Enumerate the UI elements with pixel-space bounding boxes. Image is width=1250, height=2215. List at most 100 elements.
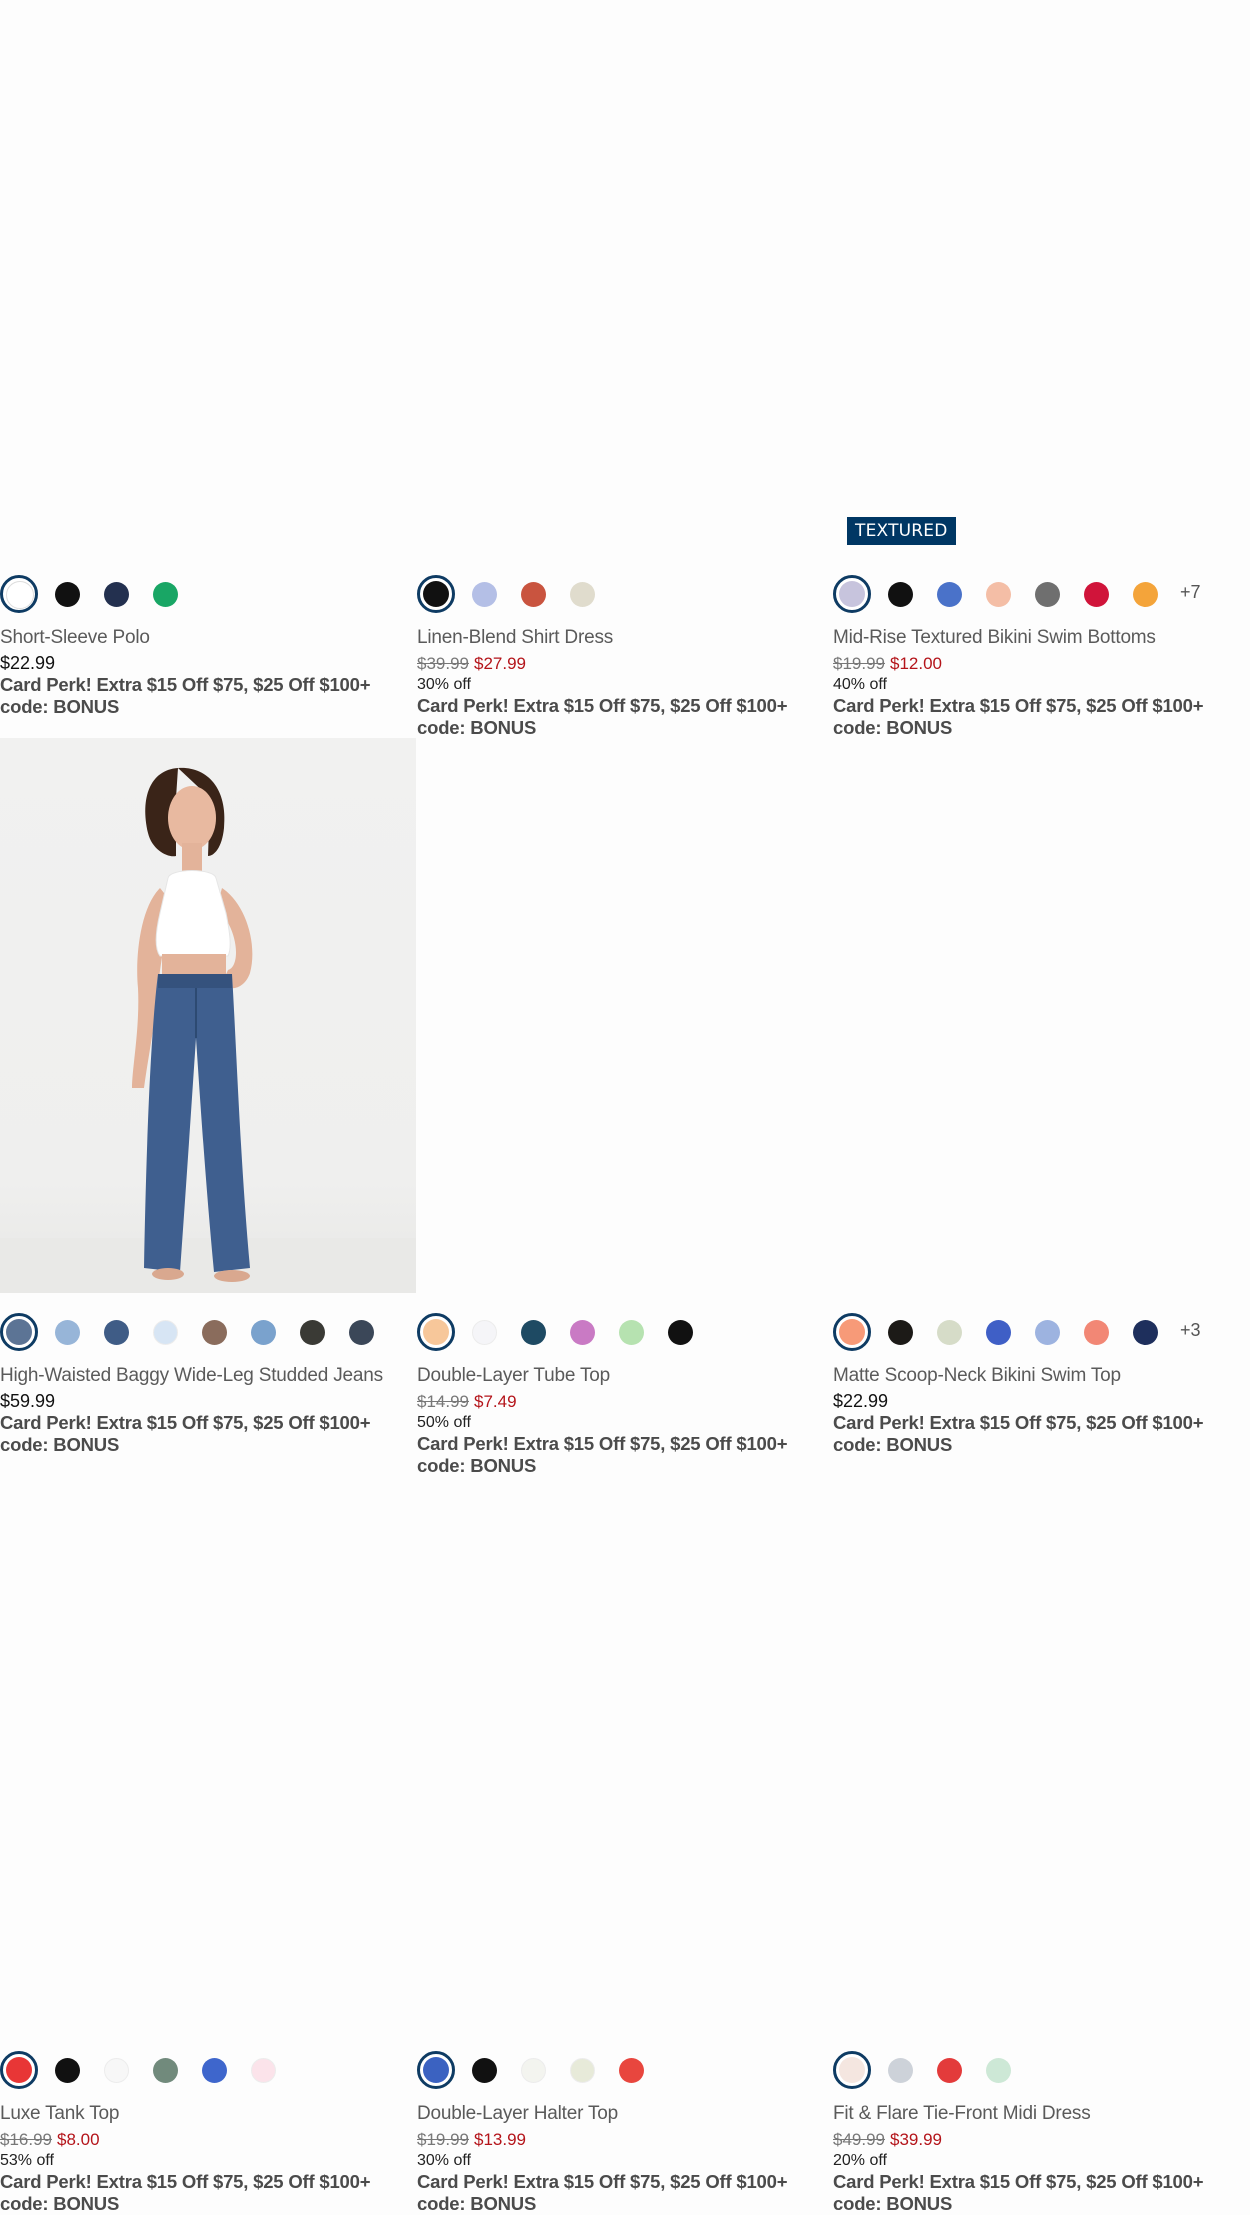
color-swatch[interactable] [104, 1320, 129, 1345]
product-card[interactable]: Short-Sleeve Polo $22.99 Card Perk! Extr… [0, 0, 416, 738]
product-card[interactable]: Fit & Flare Tie-Front Midi Dress $49.99 $… [833, 1476, 1249, 2214]
product-image[interactable] [417, 0, 833, 555]
product-image[interactable] [417, 1476, 833, 2031]
color-swatch[interactable] [1035, 1320, 1060, 1345]
sale-price: $27.99 [474, 654, 526, 673]
color-swatch[interactable] [570, 1320, 595, 1345]
product-image[interactable] [0, 1476, 416, 2031]
product-card[interactable]: High-Waisted Baggy Wide-Leg Studded Jean… [0, 738, 416, 1476]
product-name[interactable]: Mid-Rise Textured Bikini Swim Bottoms [833, 626, 1249, 650]
color-swatch[interactable] [104, 582, 129, 607]
color-swatch[interactable] [521, 582, 546, 607]
product-price: $19.99 $12.00 [833, 652, 1249, 675]
color-swatch[interactable] [986, 1320, 1011, 1345]
color-swatch[interactable] [619, 1320, 644, 1345]
color-swatch[interactable] [888, 1320, 913, 1345]
color-swatch[interactable] [888, 2058, 913, 2083]
product-image[interactable] [417, 738, 833, 1293]
product-info: Mid-Rise Textured Bikini Swim Bottoms $1… [833, 626, 1249, 739]
product-card[interactable]: Double-Layer Halter Top $19.99 $13.99 30%… [417, 1476, 833, 2214]
color-swatch[interactable] [202, 1320, 227, 1345]
color-swatch[interactable] [0, 2051, 38, 2089]
color-swatch[interactable] [570, 582, 595, 607]
product-card[interactable]: Linen-Blend Shirt Dress $39.99 $27.99 30%… [417, 0, 833, 738]
color-swatch[interactable] [251, 2058, 276, 2083]
color-swatches [0, 1311, 416, 1351]
color-swatch[interactable] [570, 2058, 595, 2083]
product-price: $19.99 $13.99 [417, 2128, 833, 2151]
color-swatch[interactable] [349, 1320, 374, 1345]
color-swatch[interactable] [521, 1320, 546, 1345]
color-swatch[interactable] [619, 2058, 644, 2083]
color-swatches [0, 2049, 416, 2089]
product-name[interactable]: Luxe Tank Top [0, 2102, 416, 2126]
color-swatch[interactable] [1084, 582, 1109, 607]
promo-code-text: code: BONUS [833, 717, 953, 738]
product-name[interactable]: Matte Scoop-Neck Bikini Swim Top [833, 1364, 1249, 1388]
color-swatch[interactable] [55, 2058, 80, 2083]
product-price: $22.99 [833, 1391, 889, 1411]
color-swatch[interactable] [1133, 1320, 1158, 1345]
color-swatch[interactable] [833, 575, 871, 613]
color-swatch[interactable] [153, 1320, 178, 1345]
color-swatch[interactable] [937, 1320, 962, 1345]
color-swatch[interactable] [521, 2058, 546, 2083]
product-name[interactable]: Short-Sleeve Polo [0, 626, 416, 650]
color-swatch[interactable] [417, 2051, 455, 2089]
color-swatch[interactable] [986, 582, 1011, 607]
color-swatch[interactable] [986, 2058, 1011, 2083]
original-price: $19.99 [833, 654, 885, 673]
color-swatch[interactable] [833, 2051, 871, 2089]
product-name[interactable]: High-Waisted Baggy Wide-Leg Studded Jean… [0, 1364, 416, 1388]
color-swatch[interactable] [1035, 582, 1060, 607]
original-price: $16.99 [0, 2130, 52, 2149]
product-info: Fit & Flare Tie-Front Midi Dress $49.99 $… [833, 2102, 1249, 2215]
card-perk-text: Card Perk! Extra $15 Off $75, $25 Off $1… [0, 1412, 371, 1433]
color-swatch[interactable] [937, 2058, 962, 2083]
product-image[interactable] [0, 0, 416, 555]
color-swatches [833, 2049, 1249, 2089]
color-swatch[interactable] [417, 575, 455, 613]
product-name[interactable]: Fit & Flare Tie-Front Midi Dress [833, 2102, 1249, 2126]
product-image[interactable] [833, 1476, 1249, 2031]
color-swatch[interactable] [1133, 582, 1158, 607]
product-card[interactable]: +3 Matte Scoop-Neck Bikini Swim Top $22.… [833, 738, 1249, 1476]
color-swatch[interactable] [668, 1320, 693, 1345]
sale-price: $39.99 [890, 2130, 942, 2149]
color-swatches [417, 2049, 833, 2089]
product-info: Double-Layer Halter Top $19.99 $13.99 30%… [417, 2102, 833, 2215]
color-swatch[interactable] [202, 2058, 227, 2083]
color-swatch[interactable] [472, 582, 497, 607]
product-card[interactable]: Double-Layer Tube Top $14.99 $7.49 50% of… [417, 738, 833, 1476]
product-image[interactable]: TEXTURED [833, 0, 1249, 555]
more-colors-link[interactable]: +3 [1180, 1320, 1201, 1341]
color-swatch[interactable] [251, 1320, 276, 1345]
product-name[interactable]: Linen-Blend Shirt Dress [417, 626, 833, 650]
color-swatch[interactable] [888, 582, 913, 607]
color-swatch[interactable] [472, 2058, 497, 2083]
color-swatch[interactable] [153, 2058, 178, 2083]
color-swatch[interactable] [937, 582, 962, 607]
product-price: $39.99 $27.99 [417, 652, 833, 675]
color-swatch[interactable] [833, 1313, 871, 1351]
sale-price: $7.49 [474, 1392, 517, 1411]
card-perk-text: Card Perk! Extra $15 Off $75, $25 Off $1… [833, 2171, 1204, 2192]
product-card[interactable]: TEXTURED +7 Mid-Rise Textured Bikini Swi… [833, 0, 1249, 738]
product-image[interactable] [0, 738, 416, 1293]
product-name[interactable]: Double-Layer Tube Top [417, 1364, 833, 1388]
color-swatch[interactable] [153, 582, 178, 607]
product-image[interactable] [833, 738, 1249, 1293]
color-swatch[interactable] [300, 1320, 325, 1345]
more-colors-link[interactable]: +7 [1180, 582, 1201, 603]
product-name[interactable]: Double-Layer Halter Top [417, 2102, 833, 2126]
color-swatch[interactable] [0, 1313, 38, 1351]
product-card[interactable]: Luxe Tank Top $16.99 $8.00 53% off Card P… [0, 1476, 416, 2214]
color-swatch[interactable] [55, 1320, 80, 1345]
color-swatch[interactable] [104, 2058, 129, 2083]
color-swatch[interactable] [55, 582, 80, 607]
color-swatch[interactable] [472, 1320, 497, 1345]
product-price: $49.99 $39.99 [833, 2128, 1249, 2151]
color-swatch[interactable] [1084, 1320, 1109, 1345]
color-swatch[interactable] [417, 1313, 455, 1351]
color-swatch[interactable] [0, 575, 38, 613]
